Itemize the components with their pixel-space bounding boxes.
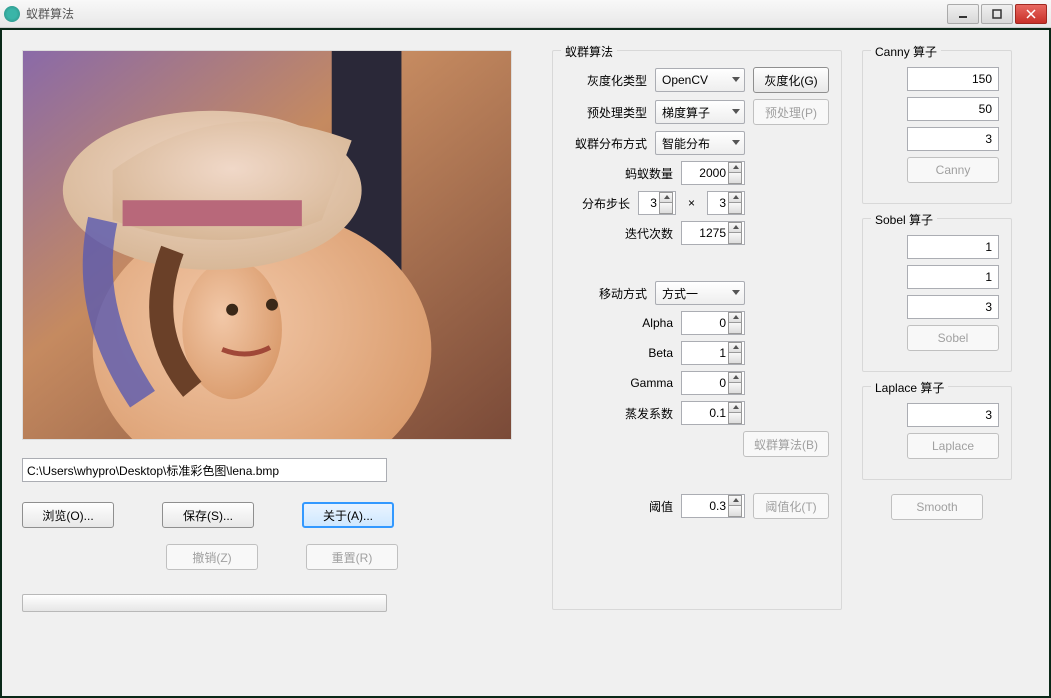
minimize-button[interactable] bbox=[947, 4, 979, 24]
step-label: 分布步长 bbox=[582, 195, 630, 212]
maximize-button[interactable] bbox=[981, 4, 1013, 24]
reset-button[interactable]: 重置(R) bbox=[306, 544, 398, 570]
canny-p2-input[interactable]: 50 bbox=[907, 97, 999, 121]
dist-mode-label: 蚁群分布方式 bbox=[575, 135, 647, 152]
thresh-spin[interactable]: 0.3 bbox=[681, 494, 745, 518]
about-button[interactable]: 关于(A)... bbox=[302, 502, 394, 528]
gamma-spin[interactable]: 0 bbox=[681, 371, 745, 395]
sobel-group: Sobel 算子 1 1 3 Sobel bbox=[862, 218, 1012, 372]
sobel-button[interactable]: Sobel bbox=[907, 325, 999, 351]
gamma-label: Gamma bbox=[630, 376, 673, 390]
sobel-p1-input[interactable]: 1 bbox=[907, 235, 999, 259]
browse-button[interactable]: 浏览(O)... bbox=[22, 502, 114, 528]
titlebar: 蚁群算法 bbox=[0, 0, 1051, 28]
ant-count-label: 蚂蚁数量 bbox=[625, 165, 673, 182]
aco-run-button[interactable]: 蚁群算法(B) bbox=[743, 431, 829, 457]
preproc-type-combo[interactable]: 梯度算子 bbox=[655, 100, 745, 124]
alpha-label: Alpha bbox=[642, 316, 673, 330]
beta-spin[interactable]: 1 bbox=[681, 341, 745, 365]
app-icon bbox=[4, 6, 20, 22]
thresh-label: 阈值 bbox=[649, 498, 673, 515]
step-x-symbol: × bbox=[688, 196, 695, 210]
canny-button[interactable]: Canny bbox=[907, 157, 999, 183]
move-mode-label: 移动方式 bbox=[599, 285, 647, 302]
aco-group: 蚁群算法 灰度化类型 OpenCV 灰度化(G) 预处理类型 梯度算子 预处理(… bbox=[552, 50, 842, 610]
laplace-group: Laplace 算子 3 Laplace bbox=[862, 386, 1012, 480]
smooth-button[interactable]: Smooth bbox=[891, 494, 983, 520]
save-button[interactable]: 保存(S)... bbox=[162, 502, 254, 528]
iter-label: 迭代次数 bbox=[625, 225, 673, 242]
move-mode-combo[interactable]: 方式一 bbox=[655, 281, 745, 305]
preprocess-button[interactable]: 预处理(P) bbox=[753, 99, 829, 125]
laplace-p1-input[interactable]: 3 bbox=[907, 403, 999, 427]
aco-legend: 蚁群算法 bbox=[561, 43, 617, 60]
step-x-spin[interactable]: 3 bbox=[638, 191, 676, 215]
evap-label: 蒸发系数 bbox=[625, 405, 673, 422]
sobel-legend: Sobel 算子 bbox=[871, 211, 937, 228]
evap-spin[interactable]: 0.1 bbox=[681, 401, 745, 425]
canny-legend: Canny 算子 bbox=[871, 43, 941, 60]
gray-type-label: 灰度化类型 bbox=[587, 72, 647, 89]
file-path-input[interactable] bbox=[22, 458, 387, 482]
ant-count-spin[interactable]: 2000 bbox=[681, 161, 745, 185]
laplace-legend: Laplace 算子 bbox=[871, 379, 948, 396]
preproc-type-label: 预处理类型 bbox=[587, 104, 647, 121]
progress-bar bbox=[22, 594, 387, 612]
undo-button[interactable]: 撤销(Z) bbox=[166, 544, 258, 570]
window-title: 蚁群算法 bbox=[26, 5, 945, 22]
step-y-spin[interactable]: 3 bbox=[707, 191, 745, 215]
alpha-spin[interactable]: 0 bbox=[681, 311, 745, 335]
canny-group: Canny 算子 150 50 3 Canny bbox=[862, 50, 1012, 204]
dist-mode-combo[interactable]: 智能分布 bbox=[655, 131, 745, 155]
laplace-button[interactable]: Laplace bbox=[907, 433, 999, 459]
image-preview bbox=[22, 50, 512, 440]
iter-spin[interactable]: 1275 bbox=[681, 221, 745, 245]
grayscale-button[interactable]: 灰度化(G) bbox=[753, 67, 829, 93]
beta-label: Beta bbox=[648, 346, 673, 360]
sobel-p3-input[interactable]: 3 bbox=[907, 295, 999, 319]
threshold-button[interactable]: 阈值化(T) bbox=[753, 493, 829, 519]
sobel-p2-input[interactable]: 1 bbox=[907, 265, 999, 289]
close-button[interactable] bbox=[1015, 4, 1047, 24]
gray-type-combo[interactable]: OpenCV bbox=[655, 68, 745, 92]
canny-p3-input[interactable]: 3 bbox=[907, 127, 999, 151]
canny-p1-input[interactable]: 150 bbox=[907, 67, 999, 91]
